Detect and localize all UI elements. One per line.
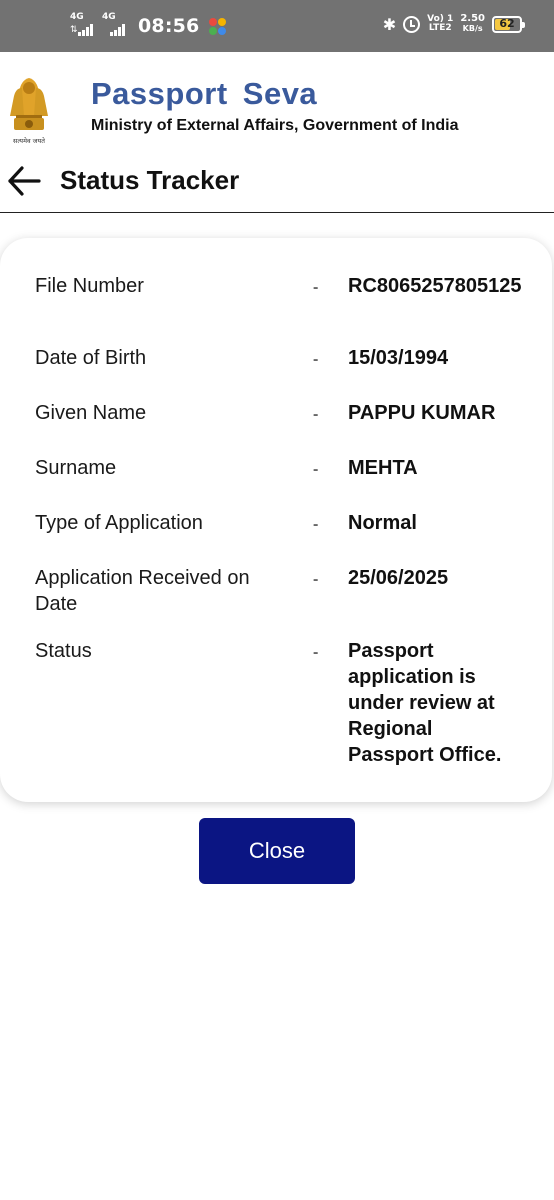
bluetooth-icon: ✱ [382,14,397,34]
detail-label: Date of Birth [35,347,147,369]
status-bar-left: 4G ⇅ 4G 08:56 [70,12,227,38]
detail-label: Type of Application [35,512,203,534]
detail-label: Status [35,640,92,662]
notification-app-icon [209,17,227,35]
detail-value: 15/03/1994 [348,347,449,369]
detail-value: RC8065257805125 [348,275,522,297]
volte-indicator: Vo) 1 LTE2 [427,14,454,33]
detail-label: Given Name [35,402,147,424]
signal-sim1-icon: 4G ⇅ [70,12,96,38]
detail-value: Normal [348,512,417,534]
status-bar: 4G ⇅ 4G 08:56 ✱ Vo) 1 LTE2 2.50 KB/s 62 [0,0,554,52]
detail-value: MEHTA [348,457,418,479]
status-value: Passport application is under review at … [348,640,502,766]
battery-level: 62 [499,16,515,30]
close-button[interactable]: Close [199,818,355,884]
detail-separator: - [313,406,319,423]
detail-separator: - [313,516,319,533]
clock: 08:56 [138,15,200,37]
detail-label: File Number [35,275,144,297]
back-arrow-icon[interactable] [6,164,42,198]
detail-label: Surname [35,457,117,479]
signal-sim2-icon: 4G [102,12,128,38]
detail-separator: - [313,279,319,296]
detail-value: PAPPU KUMAR [348,402,496,424]
alarm-icon [403,15,421,33]
detail-label: Application Received on Date [35,567,250,615]
detail-separator: - [313,571,319,588]
app-title: Passport Seva [91,76,318,111]
detail-value: 25/06/2025 [348,567,449,589]
emblem-motto: सत्यमेव जयते [13,137,45,145]
national-emblem-icon: सत्यमेव जयते [10,78,48,145]
detail-separator: - [313,351,319,368]
status-details-card: File Number - RC8065257805125 Date of Bi… [0,238,552,802]
status-bar-right: ✱ Vo) 1 LTE2 2.50 KB/s 62 [382,13,525,34]
page-title: Status Tracker [60,165,240,195]
app-subtitle: Ministry of External Affairs, Government… [91,117,459,134]
detail-separator: - [313,644,319,661]
network-speed: 2.50 KB/s [460,13,485,34]
detail-separator: - [313,461,319,478]
battery-icon: 62 [492,15,525,33]
toolbar-divider [0,212,554,213]
